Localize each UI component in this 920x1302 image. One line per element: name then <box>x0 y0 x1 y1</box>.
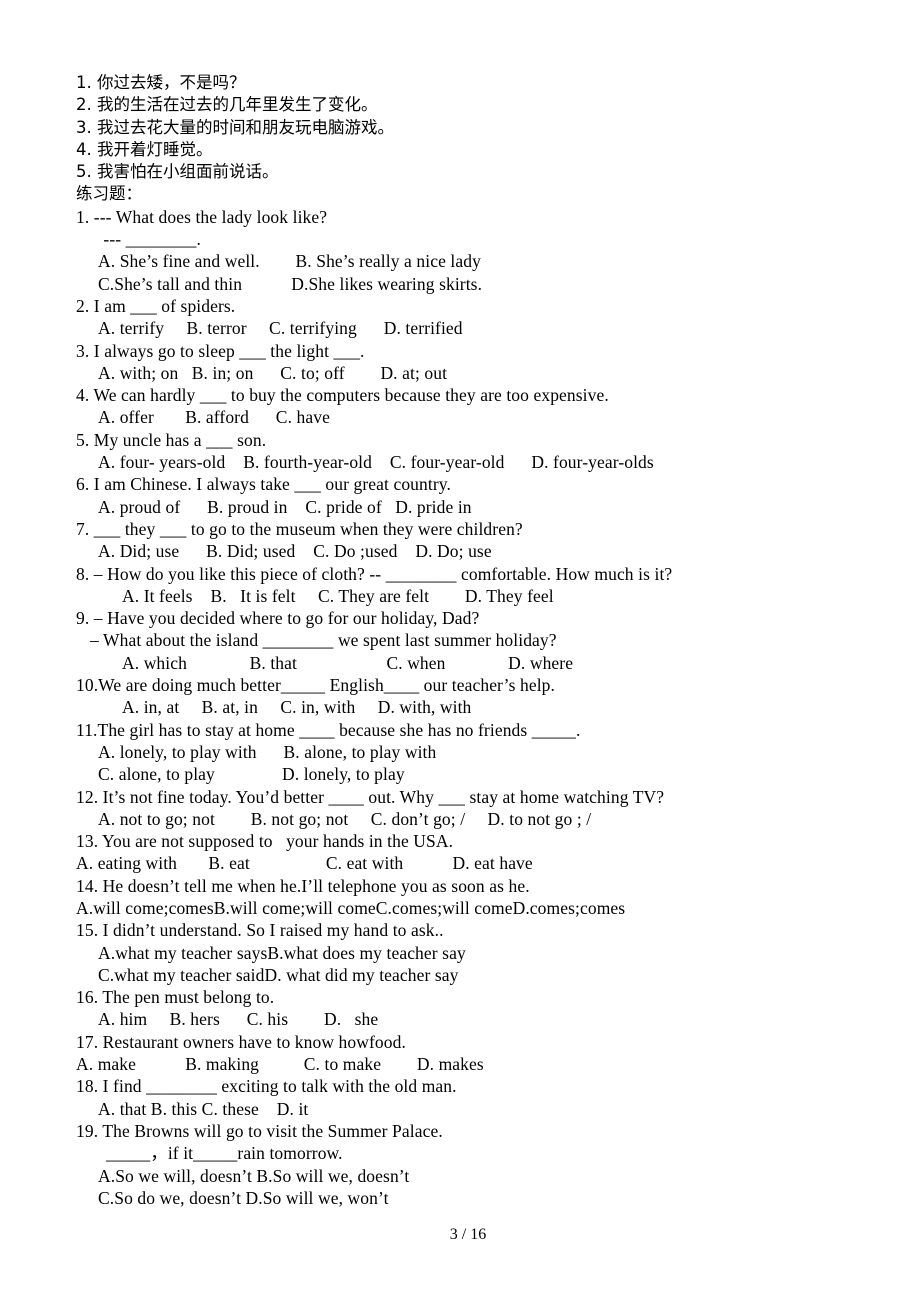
translation-line: 5. 我害怕在小组面前说话。 <box>76 162 279 182</box>
question-options: A. with; on B. in; on C. to; off D. at; … <box>98 362 448 383</box>
question-stem: 15. I didn’t understand. So I raised my … <box>76 920 444 941</box>
question-options: A. that B. this C. these D. it <box>98 1098 309 1119</box>
question-stem: 9. – Have you decided where to go for ou… <box>76 608 480 629</box>
question-extra-line: – What about the island ________ we spen… <box>90 630 557 651</box>
question-item: 9. – Have you decided where to go for ou… <box>76 607 846 674</box>
exercise-heading: 练习题： <box>76 184 142 204</box>
question-stem: 1. --- What does the lady look like? <box>76 206 328 227</box>
translation-line: 2. 我的生活在过去的几年里发生了变化。 <box>76 95 378 115</box>
question-stem: 18. I find ________ exciting to talk wit… <box>76 1076 457 1097</box>
document-page: 1. 你过去矮，不是吗？ 2. 我的生活在过去的几年里发生了变化。 3. 我过去… <box>0 0 920 1302</box>
question-item: 8. – How do you like this piece of cloth… <box>76 563 846 608</box>
question-stem: 13. You are not supposed to your hands i… <box>76 831 454 852</box>
question-item: 18. I find ________ exciting to talk wit… <box>76 1075 846 1120</box>
question-options: A. lonely, to play with B. alone, to pla… <box>98 741 437 762</box>
question-stem: 19. The Browns will go to visit the Summ… <box>76 1120 443 1141</box>
question-stem: 7. ___ they ___ to go to the museum when… <box>76 518 523 539</box>
translation-section: 1. 你过去矮，不是吗？ 2. 我的生活在过去的几年里发生了变化。 3. 我过去… <box>76 72 846 183</box>
question-stem: 12. It’s not fine today. You’d better __… <box>76 786 665 807</box>
question-extra-line: --- ________. <box>90 229 201 250</box>
question-item: 13. You are not supposed to your hands i… <box>76 830 846 875</box>
question-stem: 10.We are doing much better_____ English… <box>76 675 555 696</box>
translation-line: 4. 我开着灯睡觉。 <box>76 139 213 159</box>
question-item: 12. It’s not fine today. You’d better __… <box>76 786 846 831</box>
question-options: A.what my teacher saysB.what does my tea… <box>98 942 466 963</box>
question-item: 2. I am ___ of spiders. A. terrify B. te… <box>76 295 846 340</box>
translation-line: 1. 你过去矮，不是吗？ <box>76 73 246 92</box>
question-options: A. offer B. afford C. have <box>98 407 330 428</box>
translation-line: 3. 我过去花大量的时间和朋友玩电脑游戏。 <box>76 117 394 137</box>
question-item: 5. My uncle has a ___ son. A. four- year… <box>76 429 846 474</box>
question-item: 3. I always go to sleep ___ the light __… <box>76 340 846 385</box>
question-options: A.will come;comesB.will come;will comeC.… <box>76 897 626 918</box>
question-item: 1. --- What does the lady look like? ---… <box>76 206 846 295</box>
question-options: C.what my teacher saidD. what did my tea… <box>98 964 459 985</box>
question-stem: 3. I always go to sleep ___ the light __… <box>76 340 365 361</box>
question-stem: 11.The girl has to stay at home ____ bec… <box>76 719 581 740</box>
question-item: 4. We can hardly ___ to buy the computer… <box>76 384 846 429</box>
question-stem: 4. We can hardly ___ to buy the computer… <box>76 385 609 406</box>
question-options: A. She’s fine and well. B. She’s really … <box>98 251 481 272</box>
question-extra-line: _____，if it_____rain tomorrow. <box>106 1143 343 1164</box>
question-stem: 14. He doesn’t tell me when he.I’ll tele… <box>76 875 530 896</box>
question-stem: 17. Restaurant owners have to know howfo… <box>76 1031 406 1052</box>
question-options: C.She’s tall and thin D.She likes wearin… <box>98 273 483 294</box>
question-options: A. not to go; not B. not go; not C. don’… <box>98 808 592 829</box>
question-stem: 2. I am ___ of spiders. <box>76 295 236 316</box>
question-options: A. It feels B. It is felt C. They are fe… <box>122 585 554 606</box>
question-item: 11.The girl has to stay at home ____ bec… <box>76 719 846 786</box>
question-options: A. four- years-old B. fourth-year-old C.… <box>98 452 654 473</box>
question-item: 16. The pen must belong to. A. him B. he… <box>76 986 846 1031</box>
question-stem: 6. I am Chinese. I always take ___ our g… <box>76 474 451 495</box>
question-options: C.So do we, doesn’t D.So will we, won’t <box>98 1187 389 1208</box>
question-options: A. Did; use B. Did; used C. Do ;used D. … <box>98 541 492 562</box>
page-footer: 3/ 16 <box>0 1208 920 1262</box>
question-item: 7. ___ they ___ to go to the museum when… <box>76 518 846 563</box>
question-options: C. alone, to play D. lonely, to play <box>98 764 405 785</box>
page-content: 1. 你过去矮，不是吗？ 2. 我的生活在过去的几年里发生了变化。 3. 我过去… <box>76 72 846 1209</box>
question-item: 14. He doesn’t tell me when he.I’ll tele… <box>76 875 846 920</box>
question-options: A. proud of B. proud in C. pride of D. p… <box>98 496 472 517</box>
footer-page-number: 3 <box>449 1226 458 1243</box>
question-stem: 8. – How do you like this piece of cloth… <box>76 563 673 584</box>
question-options: A.So we will, doesn’t B.So will we, does… <box>98 1165 410 1186</box>
question-item: 10.We are doing much better_____ English… <box>76 674 846 719</box>
question-options: A. him B. hers C. his D. she <box>98 1009 379 1030</box>
question-options: A. which B. that C. when D. where <box>122 652 574 673</box>
question-item: 19. The Browns will go to visit the Summ… <box>76 1120 846 1209</box>
question-options: A. make B. making C. to make D. makes <box>76 1054 484 1075</box>
question-options: A. in, at B. at, in C. in, with D. with,… <box>122 697 472 718</box>
question-options: A. eating with B. eat C. eat with D. eat… <box>76 853 533 874</box>
question-stem: 5. My uncle has a ___ son. <box>76 429 267 450</box>
questions-list: 1. --- What does the lady look like? ---… <box>76 206 846 1209</box>
question-stem: 16. The pen must belong to. <box>76 987 275 1008</box>
footer-separator: / <box>461 1226 467 1243</box>
question-item: 15. I didn’t understand. So I raised my … <box>76 919 846 986</box>
question-item: 17. Restaurant owners have to know howfo… <box>76 1031 846 1076</box>
question-item: 6. I am Chinese. I always take ___ our g… <box>76 473 846 518</box>
footer-total-pages: 16 <box>470 1226 487 1243</box>
question-options: A. terrify B. terror C. terrifying D. te… <box>98 318 463 339</box>
